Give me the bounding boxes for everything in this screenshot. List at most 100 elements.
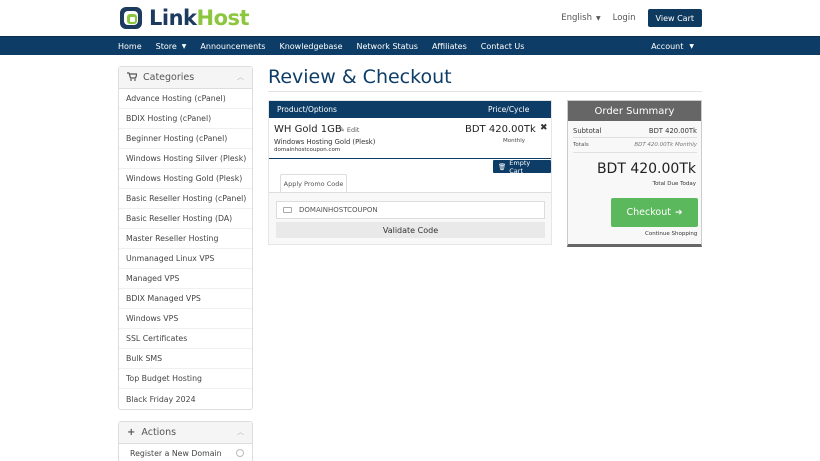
sidebar-category-item[interactable]: Black Friday 2024 [119,389,252,409]
nav-account-label: Account [651,42,684,51]
edit-label: Edit [346,126,360,134]
sidebar-category-item[interactable]: Windows Hosting Gold (Plesk) [119,169,252,189]
item-group: Windows Hosting Gold (Plesk) [274,138,376,146]
total-amount: BDT 420.00Tk [596,161,696,177]
sidebar-category-item[interactable]: Advance Hosting (cPanel) [119,89,252,109]
continue-shopping-link[interactable]: Continue Shopping [645,231,697,237]
tab-apply-promo-code[interactable]: Apply Promo Code [280,174,347,193]
subtotal-row: Subtotal BDT 420.00Tk [573,127,697,135]
totals-label: Totals [573,142,589,148]
subtotal-label: Subtotal [573,127,602,135]
title-divider [268,91,702,92]
nav-item-announcements[interactable]: Announcements [200,42,265,51]
nav-item-contact-us[interactable]: Contact Us [481,42,525,51]
item-domain: domainhostcoupon.com [274,147,341,153]
totals-value: BDT 420.00Tk Monthly [634,142,697,148]
nav-item-label: Knowledgebase [279,42,343,51]
plus-icon: + [127,427,136,438]
header-actions: English ▼ Login View Cart [561,9,702,27]
order-summary-title: Order Summary [568,101,701,121]
nav-item-knowledgebase[interactable]: Knowledgebase [279,42,342,51]
nav-item-label: Store [155,42,177,51]
cart-table-header: Product/Options Price/Cycle [269,101,551,118]
cart-item-row: WH Gold 1GB ✎ Edit Windows Hosting Gold … [269,118,551,159]
validate-code-button[interactable]: Validate Code [276,222,545,238]
categories-list: Advance Hosting (cPanel) BDIX Hosting (cP… [119,89,252,409]
sidebar-category-item[interactable]: Top Budget Hosting [119,369,252,389]
pencil-icon: ✎ [339,126,345,134]
main-navbar: Home Store ▼ Announcements Knowledgebase Netw… [0,36,820,55]
action-label: Register a New Domain [130,449,222,458]
edit-link[interactable]: ✎ Edit [339,126,359,134]
nav-item-home[interactable]: Home [118,42,142,51]
sidebar-category-item[interactable]: BDIX Hosting (cPanel) [119,109,252,129]
register-domain-link[interactable]: Register a New Domain [119,444,252,461]
empty-cart-label: Empty Cart [509,158,531,175]
nav-account[interactable]: Account ▼ [651,37,694,56]
site-logo[interactable]: LinkHost [118,5,250,31]
nav-item-label: Network Status [356,42,418,51]
page-title: Review & Checkout [268,66,452,88]
categories-panel-header[interactable]: Categories ︿ [119,67,252,89]
arrow-right-icon: ➔ [674,207,683,218]
sidebar-category-item[interactable]: Master Reseller Hosting [119,229,252,249]
site-header: LinkHost English ▼ Login View Cart [0,0,820,36]
caret-down-icon: ▼ [181,43,187,50]
sidebar-category-item[interactable]: BDIX Managed VPS [119,289,252,309]
nav-item-affiliates[interactable]: Affiliates [432,42,467,51]
checkout-button[interactable]: Checkout ➔ [611,198,698,227]
nav-items: Home Store ▼ Announcements Knowledgebase Netw… [118,37,538,56]
sidebar-category-item[interactable]: Windows VPS [119,309,252,329]
actions-title: Actions [141,427,177,438]
sidebar-category-item[interactable]: Basic Reseller Hosting (DA) [119,209,252,229]
cart-icon [127,71,138,84]
checkout-label: Checkout [626,207,671,218]
categories-panel: Categories ︿ Advance Hosting (cPanel) BDI… [118,66,253,410]
subtotal-value: BDT 420.00Tk [648,127,697,135]
empty-cart-button[interactable]: 🗑 Empty Cart [493,158,551,175]
nav-item-label: Affiliates [431,42,467,51]
col-product: Product/Options [277,105,337,114]
logo-mark-icon [120,7,142,29]
view-cart-button[interactable]: View Cart [647,9,702,27]
chevron-up-icon[interactable]: ︿ [237,427,244,437]
col-price: Price/Cycle [488,105,530,114]
item-name: WH Gold 1GB [274,124,342,135]
promo-code-value: DOMAINHOSTCOUPON [299,206,378,214]
sidebar-category-item[interactable]: Unmanaged Linux VPS [119,249,252,269]
item-price: BDT 420.00Tk [465,124,536,135]
summary-divider [573,152,697,153]
language-label: English [561,13,592,23]
actions-panel: + Actions ︿ Register a New Domain [118,421,253,461]
item-cycle: Monthly [503,138,526,144]
ticket-icon [283,207,292,213]
promo-code-input[interactable]: DOMAINHOSTCOUPON [276,201,545,219]
language-selector[interactable]: English ▼ [561,13,600,23]
total-due-label: Total Due Today [652,181,696,187]
order-summary: Order Summary Subtotal BDT 420.00Tk Tota… [567,100,702,247]
sidebar-category-item[interactable]: Windows Hosting Silver (Plesk) [119,149,252,169]
globe-icon [236,449,244,457]
remove-item-icon[interactable]: ✖ [540,123,548,133]
sidebar-category-item[interactable]: Bulk SMS [119,349,252,369]
cart-table: Product/Options Price/Cycle WH Gold 1GB … [268,100,552,245]
sidebar: Categories ︿ Advance Hosting (cPanel) BDI… [118,66,253,410]
nav-item-label: Home [118,42,142,51]
promo-panel: DOMAINHOSTCOUPON Validate Code [269,192,551,244]
sidebar-category-item[interactable]: SSL Certificates [119,329,252,349]
actions-panel-header[interactable]: + Actions ︿ [119,422,252,444]
sidebar-category-item[interactable]: Beginner Hosting (cPanel) [119,129,252,149]
caret-down-icon: ▼ [689,43,694,50]
logo-link-word: Link [149,6,197,30]
logo-text: LinkHost [149,6,250,30]
summary-divider [573,137,697,138]
logo-host-word: Host [196,6,250,30]
sidebar-category-item[interactable]: Managed VPS [119,269,252,289]
chevron-up-icon[interactable]: ︿ [237,72,244,82]
login-link[interactable]: Login [613,13,636,23]
nav-item-store[interactable]: Store ▼ [156,42,187,51]
trash-icon: 🗑 [498,162,507,171]
nav-item-label: Contact Us [480,42,525,51]
nav-item-network-status[interactable]: Network Status [357,42,418,51]
sidebar-category-item[interactable]: Basic Reseller Hosting (cPanel) [119,189,252,209]
